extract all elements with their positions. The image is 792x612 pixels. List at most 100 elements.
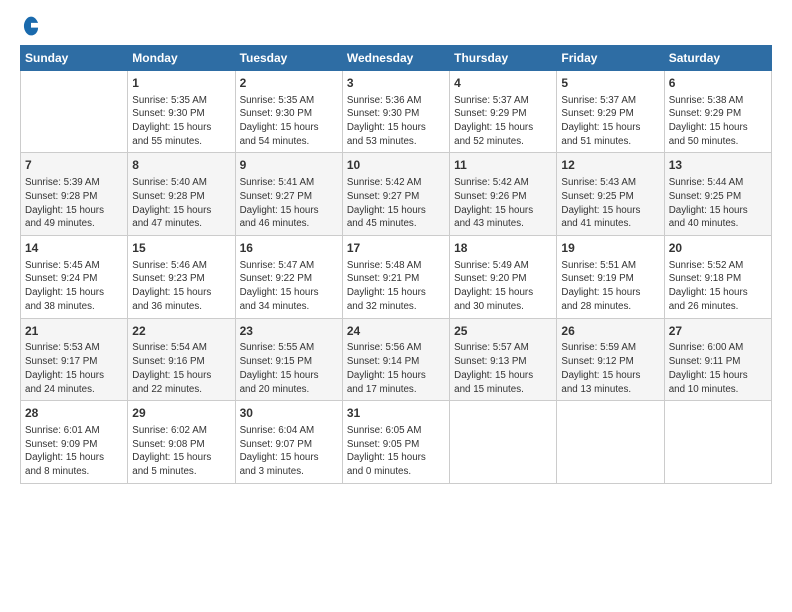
day-number: 18 bbox=[454, 240, 552, 257]
header-cell-monday: Monday bbox=[128, 45, 235, 70]
day-cell: 17 Sunrise: 5:48 AMSunset: 9:21 PMDayligh… bbox=[342, 235, 449, 318]
day-cell: 12Sunrise: 5:43 AMSunset: 9:25 PMDayligh… bbox=[557, 153, 664, 236]
day-cell: 20 Sunrise: 5:52 AMSunset: 9:18 PMDayligh… bbox=[664, 235, 771, 318]
day-cell: 14 Sunrise: 5:45 AMSunset: 9:24 PMDayligh… bbox=[21, 235, 128, 318]
day-content: Sunrise: 5:36 AMSunset: 9:30 PMDaylight:… bbox=[347, 94, 445, 149]
day-cell: 22Sunrise: 5:54 AMSunset: 9:16 PMDayligh… bbox=[128, 318, 235, 401]
day-cell: 16Sunrise: 5:47 AMSunset: 9:22 PMDayligh… bbox=[235, 235, 342, 318]
day-cell: 29 Sunrise: 6:02 AMSunset: 9:08 PMDayligh… bbox=[128, 401, 235, 484]
day-cell: 13 Sunrise: 5:44 AMSunset: 9:25 PMDayligh… bbox=[664, 153, 771, 236]
day-number: 15 bbox=[132, 240, 230, 257]
day-number: 14 bbox=[25, 240, 123, 257]
day-content: Sunrise: 6:02 AMSunset: 9:08 PMDaylight:… bbox=[132, 424, 230, 479]
day-content: Sunrise: 5:43 AMSunset: 9:25 PMDaylight:… bbox=[561, 176, 659, 231]
day-cell: 3 Sunrise: 5:36 AMSunset: 9:30 PMDaylight… bbox=[342, 70, 449, 153]
day-content: Sunrise: 5:42 AMSunset: 9:26 PMDaylight:… bbox=[454, 176, 552, 231]
header-cell-sunday: Sunday bbox=[21, 45, 128, 70]
day-content: Sunrise: 5:54 AMSunset: 9:16 PMDaylight:… bbox=[132, 341, 230, 396]
day-number: 7 bbox=[25, 157, 123, 174]
day-number: 2 bbox=[240, 75, 338, 92]
day-number: 29 bbox=[132, 405, 230, 422]
day-cell bbox=[557, 401, 664, 484]
day-number: 11 bbox=[454, 157, 552, 174]
day-cell: 2 Sunrise: 5:35 AMSunset: 9:30 PMDaylight… bbox=[235, 70, 342, 153]
day-cell: 19Sunrise: 5:51 AMSunset: 9:19 PMDayligh… bbox=[557, 235, 664, 318]
calendar-table: SundayMondayTuesdayWednesdayThursdayFrid… bbox=[20, 45, 772, 484]
day-number: 17 bbox=[347, 240, 445, 257]
day-cell: 15 Sunrise: 5:46 AMSunset: 9:23 PMDayligh… bbox=[128, 235, 235, 318]
week-row-3: 14 Sunrise: 5:45 AMSunset: 9:24 PMDayligh… bbox=[21, 235, 772, 318]
day-content: Sunrise: 5:59 AMSunset: 9:12 PMDaylight:… bbox=[561, 341, 659, 396]
logo bbox=[20, 16, 43, 37]
day-cell: 24Sunrise: 5:56 AMSunset: 9:14 PMDayligh… bbox=[342, 318, 449, 401]
day-cell: 9 Sunrise: 5:41 AMSunset: 9:27 PMDaylight… bbox=[235, 153, 342, 236]
day-cell: 10 Sunrise: 5:42 AMSunset: 9:27 PMDayligh… bbox=[342, 153, 449, 236]
week-row-2: 7 Sunrise: 5:39 AMSunset: 9:28 PMDaylight… bbox=[21, 153, 772, 236]
day-content: Sunrise: 5:48 AMSunset: 9:21 PMDaylight:… bbox=[347, 259, 445, 314]
day-content: Sunrise: 5:46 AMSunset: 9:23 PMDaylight:… bbox=[132, 259, 230, 314]
day-content: Sunrise: 6:05 AMSunset: 9:05 PMDaylight:… bbox=[347, 424, 445, 479]
header-row: SundayMondayTuesdayWednesdayThursdayFrid… bbox=[21, 45, 772, 70]
day-content: Sunrise: 5:52 AMSunset: 9:18 PMDaylight:… bbox=[669, 259, 767, 314]
day-content: Sunrise: 5:41 AMSunset: 9:27 PMDaylight:… bbox=[240, 176, 338, 231]
day-number: 1 bbox=[132, 75, 230, 92]
day-number: 23 bbox=[240, 323, 338, 340]
day-number: 27 bbox=[669, 323, 767, 340]
day-cell: 23Sunrise: 5:55 AMSunset: 9:15 PMDayligh… bbox=[235, 318, 342, 401]
header-cell-saturday: Saturday bbox=[664, 45, 771, 70]
day-number: 30 bbox=[240, 405, 338, 422]
day-content: Sunrise: 5:42 AMSunset: 9:27 PMDaylight:… bbox=[347, 176, 445, 231]
day-number: 19 bbox=[561, 240, 659, 257]
day-cell: 7 Sunrise: 5:39 AMSunset: 9:28 PMDaylight… bbox=[21, 153, 128, 236]
day-number: 3 bbox=[347, 75, 445, 92]
header-cell-friday: Friday bbox=[557, 45, 664, 70]
day-number: 10 bbox=[347, 157, 445, 174]
day-content: Sunrise: 5:37 AMSunset: 9:29 PMDaylight:… bbox=[454, 94, 552, 149]
day-number: 13 bbox=[669, 157, 767, 174]
day-content: Sunrise: 5:55 AMSunset: 9:15 PMDaylight:… bbox=[240, 341, 338, 396]
day-cell: 6 Sunrise: 5:38 AMSunset: 9:29 PMDaylight… bbox=[664, 70, 771, 153]
day-cell: 4 Sunrise: 5:37 AMSunset: 9:29 PMDaylight… bbox=[450, 70, 557, 153]
day-content: Sunrise: 5:37 AMSunset: 9:29 PMDaylight:… bbox=[561, 94, 659, 149]
day-number: 20 bbox=[669, 240, 767, 257]
page: SundayMondayTuesdayWednesdayThursdayFrid… bbox=[0, 0, 792, 612]
day-content: Sunrise: 6:04 AMSunset: 9:07 PMDaylight:… bbox=[240, 424, 338, 479]
day-number: 25 bbox=[454, 323, 552, 340]
day-cell: 25Sunrise: 5:57 AMSunset: 9:13 PMDayligh… bbox=[450, 318, 557, 401]
day-cell: 5 Sunrise: 5:37 AMSunset: 9:29 PMDaylight… bbox=[557, 70, 664, 153]
day-cell: 26Sunrise: 5:59 AMSunset: 9:12 PMDayligh… bbox=[557, 318, 664, 401]
header-cell-wednesday: Wednesday bbox=[342, 45, 449, 70]
day-number: 5 bbox=[561, 75, 659, 92]
day-cell: 28Sunrise: 6:01 AMSunset: 9:09 PMDayligh… bbox=[21, 401, 128, 484]
day-content: Sunrise: 5:47 AMSunset: 9:22 PMDaylight:… bbox=[240, 259, 338, 314]
day-content: Sunrise: 5:56 AMSunset: 9:14 PMDaylight:… bbox=[347, 341, 445, 396]
day-number: 22 bbox=[132, 323, 230, 340]
day-content: Sunrise: 5:35 AMSunset: 9:30 PMDaylight:… bbox=[132, 94, 230, 149]
day-cell bbox=[21, 70, 128, 153]
day-content: Sunrise: 6:00 AMSunset: 9:11 PMDaylight:… bbox=[669, 341, 767, 396]
day-content: Sunrise: 5:35 AMSunset: 9:30 PMDaylight:… bbox=[240, 94, 338, 149]
day-number: 9 bbox=[240, 157, 338, 174]
day-number: 24 bbox=[347, 323, 445, 340]
day-content: Sunrise: 6:01 AMSunset: 9:09 PMDaylight:… bbox=[25, 424, 123, 479]
day-cell: 30 Sunrise: 6:04 AMSunset: 9:07 PMDayligh… bbox=[235, 401, 342, 484]
day-cell: 18Sunrise: 5:49 AMSunset: 9:20 PMDayligh… bbox=[450, 235, 557, 318]
day-content: Sunrise: 5:45 AMSunset: 9:24 PMDaylight:… bbox=[25, 259, 123, 314]
day-cell: 27Sunrise: 6:00 AMSunset: 9:11 PMDayligh… bbox=[664, 318, 771, 401]
day-cell: 8Sunrise: 5:40 AMSunset: 9:28 PMDaylight… bbox=[128, 153, 235, 236]
day-number: 4 bbox=[454, 75, 552, 92]
day-content: Sunrise: 5:39 AMSunset: 9:28 PMDaylight:… bbox=[25, 176, 123, 231]
day-number: 21 bbox=[25, 323, 123, 340]
day-cell: 31 Sunrise: 6:05 AMSunset: 9:05 PMDayligh… bbox=[342, 401, 449, 484]
day-number: 31 bbox=[347, 405, 445, 422]
day-cell bbox=[664, 401, 771, 484]
week-row-4: 21Sunrise: 5:53 AMSunset: 9:17 PMDayligh… bbox=[21, 318, 772, 401]
day-number: 6 bbox=[669, 75, 767, 92]
day-content: Sunrise: 5:57 AMSunset: 9:13 PMDaylight:… bbox=[454, 341, 552, 396]
day-content: Sunrise: 5:38 AMSunset: 9:29 PMDaylight:… bbox=[669, 94, 767, 149]
day-content: Sunrise: 5:44 AMSunset: 9:25 PMDaylight:… bbox=[669, 176, 767, 231]
day-cell: 1 Sunrise: 5:35 AMSunset: 9:30 PMDaylight… bbox=[128, 70, 235, 153]
day-cell: 21Sunrise: 5:53 AMSunset: 9:17 PMDayligh… bbox=[21, 318, 128, 401]
day-content: Sunrise: 5:53 AMSunset: 9:17 PMDaylight:… bbox=[25, 341, 123, 396]
week-row-1: 1 Sunrise: 5:35 AMSunset: 9:30 PMDaylight… bbox=[21, 70, 772, 153]
